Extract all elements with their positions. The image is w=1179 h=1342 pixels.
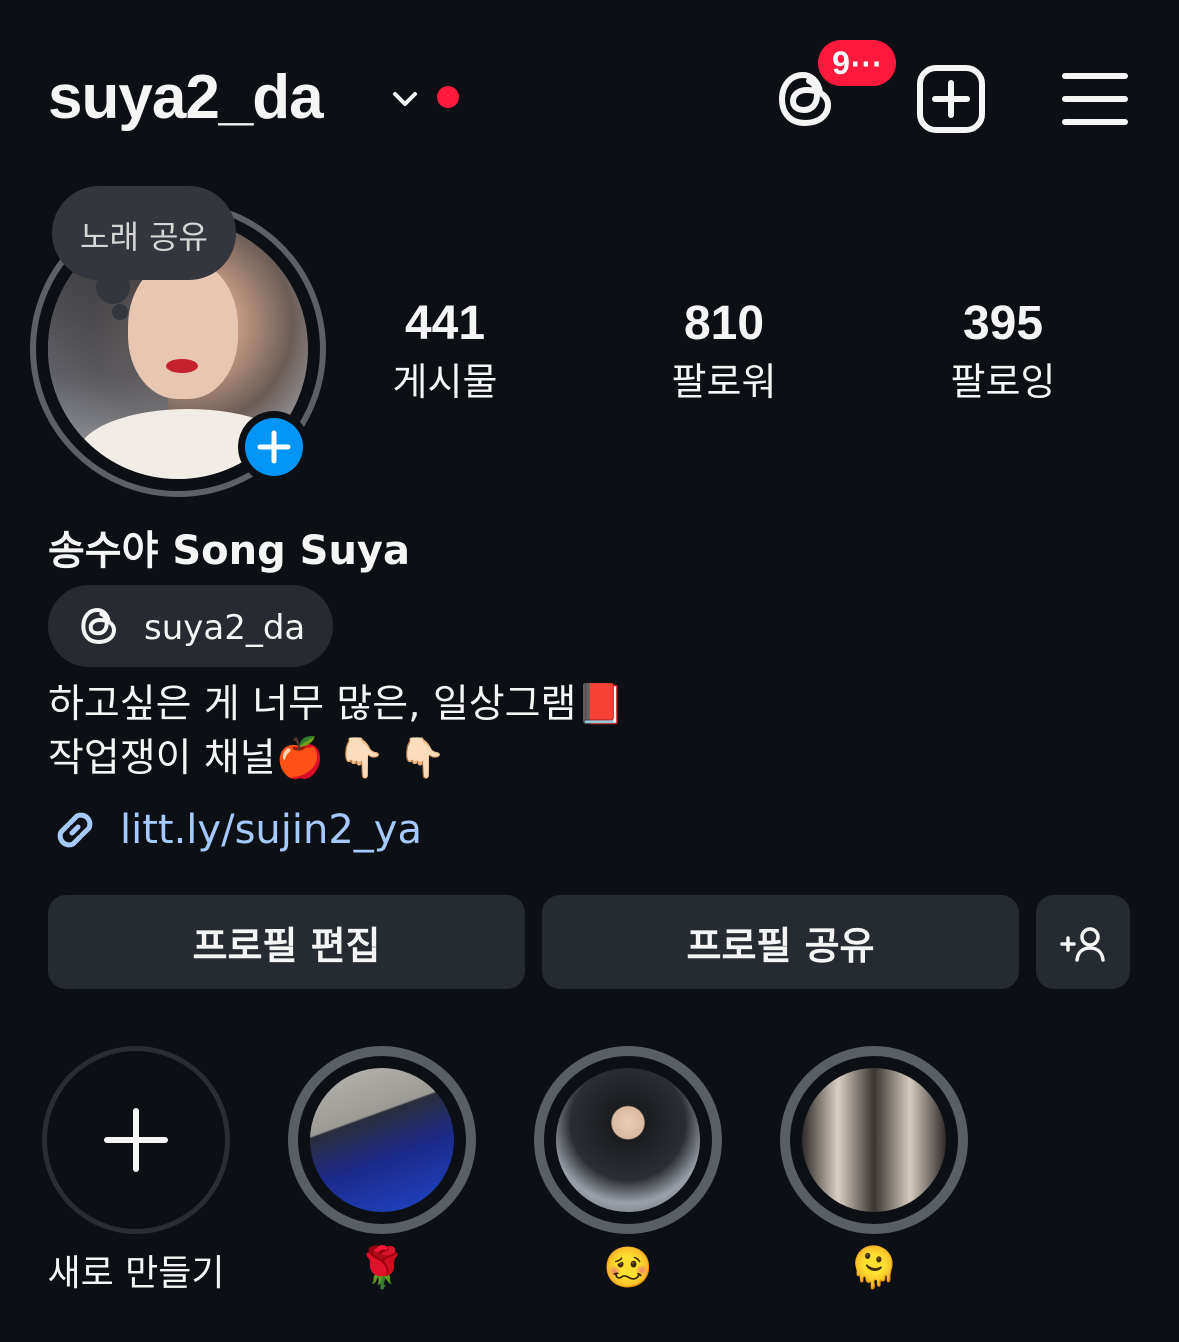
- threads-handle: suya2_da: [144, 608, 306, 648]
- share-profile-button[interactable]: 프로필 공유: [542, 895, 1019, 989]
- add-story-button[interactable]: [245, 418, 303, 476]
- stat-followers[interactable]: 810 팔로워: [614, 296, 834, 406]
- link-icon: [57, 812, 93, 848]
- stat-following[interactable]: 395 팔로잉: [893, 296, 1113, 406]
- add-person-icon: [1060, 927, 1105, 962]
- edit-profile-button[interactable]: 프로필 편집: [48, 895, 525, 989]
- highlight-label: 🫠: [849, 1245, 899, 1291]
- new-post-button[interactable]: [916, 64, 986, 134]
- stat-posts[interactable]: 441 게시물: [335, 296, 555, 406]
- username-switcher[interactable]: suya2_da: [48, 62, 324, 133]
- full-name: 송수야 Song Suya: [48, 528, 411, 574]
- notification-badge: 9⋯: [818, 40, 896, 86]
- highlight-item[interactable]: [534, 1046, 722, 1234]
- new-post-icon: [917, 65, 985, 133]
- stat-value: 441: [404, 297, 486, 350]
- stat-value: 810: [683, 297, 765, 350]
- profile-link[interactable]: litt.ly/sujin2_ya: [120, 807, 422, 853]
- highlight-label: 🌹: [357, 1245, 407, 1291]
- highlight-cover: [310, 1068, 454, 1212]
- stat-label: 게시물: [392, 360, 498, 404]
- highlight-label: 새로 만들기: [47, 1253, 225, 1294]
- highlight-cover: [802, 1068, 946, 1212]
- threads-icon: [81, 607, 117, 645]
- plus-icon: [104, 1108, 168, 1172]
- highlight-item[interactable]: [288, 1046, 476, 1234]
- chevron-down-icon[interactable]: [390, 84, 420, 114]
- highlight-item[interactable]: [780, 1046, 968, 1234]
- note-text: 노래 공유: [80, 218, 208, 256]
- highlight-cover: [556, 1068, 700, 1212]
- stat-value: 395: [962, 297, 1044, 350]
- highlight-new[interactable]: [42, 1046, 230, 1234]
- menu-icon: [1062, 73, 1128, 125]
- note-bubble-tail: [112, 304, 128, 320]
- stat-label: 팔로워: [671, 360, 777, 404]
- new-activity-dot: [437, 86, 459, 108]
- stat-label: 팔로잉: [950, 360, 1056, 404]
- menu-button[interactable]: [1062, 70, 1128, 128]
- discover-people-button[interactable]: [1036, 895, 1130, 989]
- bio-text: 하고싶은 게 너무 많은, 일상그램📕 작업쟁이 채널🍎 👇🏻 👇🏻: [48, 682, 625, 781]
- highlight-label: 🥴: [603, 1245, 653, 1291]
- plus-icon: [257, 430, 291, 464]
